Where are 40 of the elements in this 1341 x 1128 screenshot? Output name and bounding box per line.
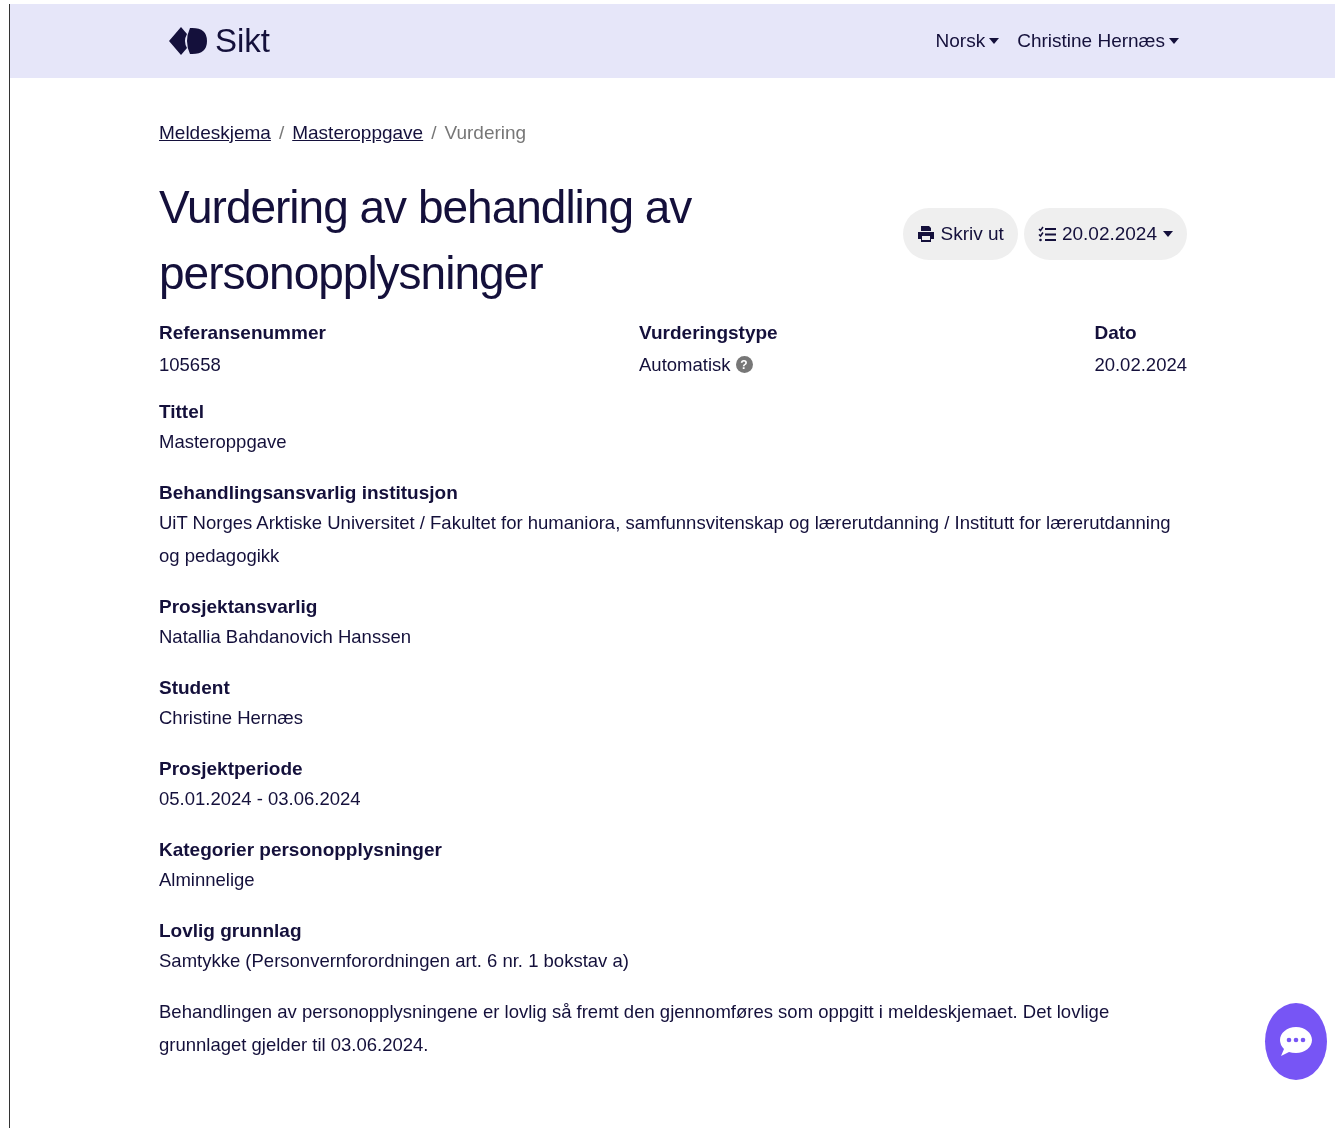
breadcrumb-separator: / [431,122,437,144]
field-value: UiT Norges Arktiske Universitet / Fakultet for humaniora, samfunnsvitenskap og lærerutdanning / Institutt for lærerutdanning og pedagogikk [159,511,1172,568]
action-button[interactable]: Skriv ut [902,208,1018,260]
paragraph: Behandlingen av personopplysningene er lovlig så fremt den gjennomføres som oppgitt i meldeskjemaet. Det lovlige grunnlaget gjelder til 03.06.2024. [159,1000,1111,1057]
field-value: Alminnelige [159,868,256,892]
field-value: 105658 [159,353,221,377]
caret-icon [1169,38,1179,44]
breadcrumb-current: Vurdering [444,122,527,144]
action-button[interactable]: 20.02.2024 [1023,208,1187,260]
breadcrumb-link[interactable]: Masteroppgave [292,122,424,144]
caret-icon [1163,231,1173,237]
field-value: Natallia Bahdanovich Hanssen [159,625,412,649]
page-title: Vurdering av behandling av personopplysninger [159,180,693,301]
dropdown-menu[interactable]: Christine Hernæs [1017,30,1179,52]
field-label: Dato [1094,322,1138,344]
field-value: Samtykke (Personvernforordningen art. 6 nr. 1 bokstav a) [159,949,630,973]
field-label: Kategorier personopplysninger [159,839,443,861]
field-label: Vurderingstype [639,322,779,344]
field-value: Christine Hernæs [159,706,304,730]
dropdown-menu[interactable]: Norsk [935,30,1000,52]
field-value: Masteroppgave [159,430,288,454]
field-value: Automatisk [639,353,731,377]
logo-icon [167,25,209,57]
field-value: 05.01.2024 - 03.06.2024 [159,787,362,811]
caret-icon [989,38,1000,44]
field-label: Tittel [159,401,206,423]
breadcrumb-link[interactable]: Meldeskjema [159,122,271,144]
breadcrumb-separator: / [278,122,285,144]
logo-text: Sikt [215,22,270,60]
field-label: Prosjektperiode [159,758,304,780]
help-icon[interactable]: ? [735,356,753,373]
field-value: 20.02.2024 [1094,353,1187,377]
field-label: Student [159,677,231,699]
printer-icon [916,225,935,243]
field-label: Behandlingsansvarlig institusjon [159,482,459,504]
checklist-icon [1037,226,1056,242]
chat-icon [1278,1024,1314,1059]
field-label: Referansenummer [159,322,327,344]
field-label: Lovlig grunnlag [159,920,303,942]
field-label: Prosjektansvarlig [159,596,319,618]
